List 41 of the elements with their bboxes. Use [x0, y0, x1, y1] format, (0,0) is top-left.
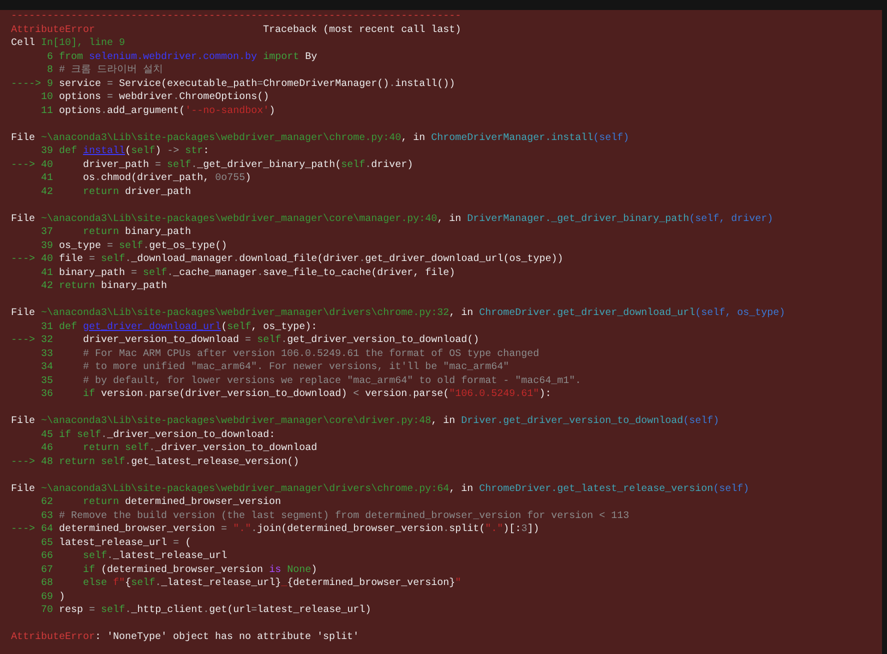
- output-line: ---> 40 file = self._download_manager.download_file(driver.get_driver_download_url(os_type)): [11, 253, 564, 266]
- output-line: 42 return binary_path: [40, 280, 168, 294]
- output-line: 34 # to more unified "mac_arm64". For newer versions, it'll be "mac_arm64": [40, 361, 510, 374]
- output-line: 68 else f"{self._latest_release_url}_{determined_browser_version}": [40, 577, 462, 590]
- output-line: 66 self._latest_release_url: [40, 550, 228, 564]
- output-line: ----> 9 service = Service(executable_path=ChromeDriverManager().install()): [11, 78, 456, 91]
- output-line: 39 def install(self) -> str:: [40, 145, 210, 158]
- output-line: File ~\anaconda3\Lib\site-packages\webdriver_manager\chrome.py:40, in ChromeDriverManager.install(self): [11, 132, 630, 145]
- output-line: 11 options.add_argument('--no-sandbox'): [40, 104, 276, 118]
- output-line: 46 return self._driver_version_to_download: [40, 442, 318, 456]
- output-line: ---------------------------------------------------------------------------: [11, 10, 462, 24]
- output-line: 6 from selenium.webdriver.common.by import By: [46, 50, 318, 64]
- output-line: AttributeError: 'NoneType' object has no attribute 'split': [11, 631, 360, 644]
- output-line: 31 def get_driver_download_url(self, os_type):: [40, 320, 318, 334]
- output-line: 42 return driver_path: [40, 186, 192, 199]
- output-line: File ~\anaconda3\Lib\site-packages\webdriver_manager\core\manager.py:40, in DriverManager._get_driver_binary_path(self, driver): [11, 212, 774, 226]
- output-line: Cell In[10], line 9: [11, 37, 126, 50]
- output-line: 36 if version.parse(driver_version_to_download) < version.parse("106.0.5249.61"):: [40, 388, 552, 402]
- output-line: 63 # Remove the build version (the last segment) from determined_browser_version for version < 113: [40, 510, 630, 523]
- output-line: 37 return binary_path: [40, 226, 192, 240]
- output-line: 69 ): [40, 590, 66, 604]
- output-line: 10 options = webdriver.ChromeOptions(): [40, 91, 270, 104]
- output-line: 8 # 크롬 드라이버 설치: [46, 64, 164, 78]
- output-line: 67 if (determined_browser_version is None): [40, 564, 318, 577]
- output-line: File ~\anaconda3\Lib\site-packages\webdriver_manager\drivers\chrome.py:32, in ChromeDriver.get_driver_download_url(self, os_type): [11, 307, 786, 320]
- output-line: 33 # For Mac ARM CPUs after version 106.0.5249.61 the format of OS type changed: [40, 348, 540, 361]
- output-line: 62 return determined_browser_version: [40, 496, 282, 510]
- output-line: 41 binary_path = self._cache_manager.save_file_to_cache(driver, file): [40, 266, 456, 280]
- output-line: ---> 48 return self.get_latest_release_version(): [11, 456, 300, 469]
- output-line: 65 latest_release_url = (: [40, 536, 192, 550]
- output-line: 41 os.chmod(driver_path, 0o755): [40, 172, 252, 186]
- output-line: 35 # by default, for lower versions we replace "mac_arm64" to old format - "mac64_m1".: [40, 374, 582, 388]
- output-line: File ~\anaconda3\Lib\site-packages\webdriver_manager\core\driver.py:48, in Driver.get_driver_version_to_download(self): [11, 415, 720, 428]
- output-line: File ~\anaconda3\Lib\site-packages\webdriver_manager\drivers\chrome.py:64, in ChromeDriver.get_latest_release_version(self): [11, 482, 750, 496]
- output-line: 39 os_type = self.get_os_type(): [40, 240, 228, 253]
- output-line: 45 if self._driver_version_to_download:: [40, 428, 276, 442]
- output-line: ---> 32 driver_version_to_download = self.get_driver_version_to_download(): [11, 334, 480, 348]
- output-line: ---> 40 driver_path = self._get_driver_binary_path(self.driver): [11, 158, 414, 172]
- output-line: ---> 64 determined_browser_version = ".".join(determined_browser_version.split(".")[:3]): [11, 523, 540, 536]
- output-line: AttributeError Traceback (most recent call last): [11, 24, 462, 37]
- output-line: 70 resp = self._http_client.get(url=latest_release_url): [40, 604, 372, 618]
